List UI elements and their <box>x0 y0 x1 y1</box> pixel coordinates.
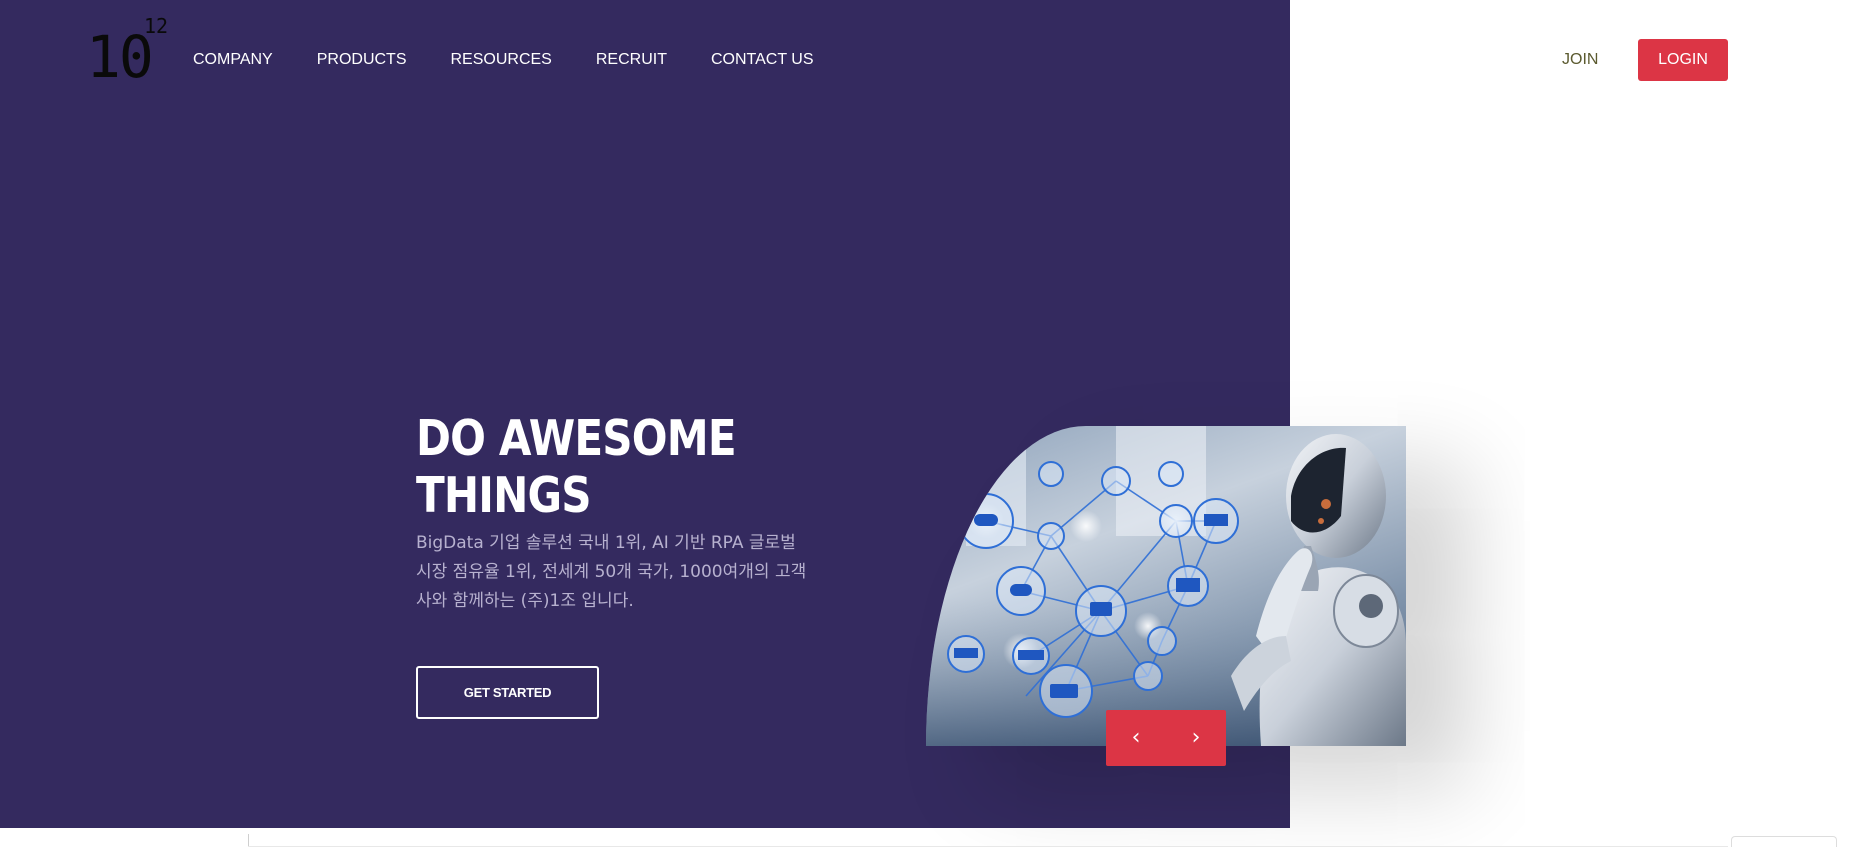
slider-nav: ‹ › <box>1106 710 1226 766</box>
nav-item-contact-us[interactable]: CONTACT US <box>711 48 814 72</box>
nav-item-products[interactable]: PRODUCTS <box>317 48 407 72</box>
chevron-right-icon[interactable]: › <box>1166 710 1226 766</box>
robot-network-image <box>926 426 1406 746</box>
hero-title-line-2: THINGS <box>416 467 592 524</box>
chevron-left-icon[interactable]: ‹ <box>1106 710 1166 766</box>
robot-network-illustration <box>926 426 1406 746</box>
main-nav: COMPANY PRODUCTS RESOURCES RECRUIT CONTA… <box>193 48 858 72</box>
page: 10 12 COMPANY PRODUCTS RESOURCES RECRUIT… <box>0 0 1854 847</box>
hero-description: BigData 기업 솔루션 국내 1위, AI 기반 RPA 글로벌 시장 점… <box>416 533 807 611</box>
join-link[interactable]: JOIN <box>1562 48 1598 72</box>
login-button[interactable]: LOGIN <box>1638 39 1728 81</box>
nav-item-recruit[interactable]: RECRUIT <box>596 48 667 72</box>
logo[interactable]: 10 12 <box>86 16 176 86</box>
nav-item-company[interactable]: COMPANY <box>193 48 273 72</box>
bottom-tab <box>1731 836 1837 847</box>
hero-title: DO AWESOME THINGS <box>416 410 760 524</box>
get-started-button[interactable]: GET STARTED <box>416 666 599 719</box>
hero-title-line-1: DO AWESOME <box>416 410 737 467</box>
logo-main-text: 10 <box>86 23 154 91</box>
logo-exponent-text: 12 <box>144 14 169 38</box>
nav-item-resources[interactable]: RESOURCES <box>451 48 552 72</box>
